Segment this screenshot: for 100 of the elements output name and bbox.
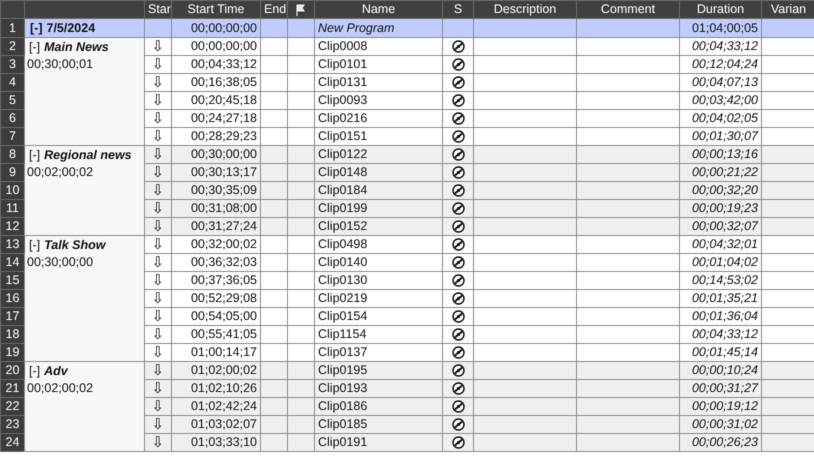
disc-icon <box>452 364 464 378</box>
table-cell: 00;04;33;12 <box>172 56 260 74</box>
table-cell: ⇩ <box>144 308 172 326</box>
table-cell: ⇩ <box>144 434 172 452</box>
table-cell: Clip1154 <box>314 326 442 344</box>
table-cell: ⇩ <box>144 110 172 128</box>
table-cell: 00;04;33;12 <box>680 326 762 344</box>
table-cell: 00;52;29;08 <box>172 290 260 308</box>
disc-icon <box>452 274 464 288</box>
column-header[interactable]: Duration <box>680 0 762 18</box>
table-cell: ⇩ <box>144 164 172 182</box>
row-number: 24 <box>0 434 24 452</box>
column-header[interactable]: Varian <box>762 0 814 18</box>
column-header[interactable]: Star <box>144 0 172 18</box>
table-cell: 00;04;32;01 <box>680 236 762 254</box>
collapse-toggle[interactable]: [-] <box>29 146 40 164</box>
collapse-toggle[interactable]: [-] <box>29 236 40 254</box>
disc-icon <box>452 346 464 360</box>
table-cell: Clip0498 <box>314 236 442 254</box>
disc-icon <box>452 58 464 72</box>
table-cell: Clip0185 <box>314 416 442 434</box>
table-cell: 00;31;08;00 <box>172 200 260 218</box>
table-cell: ⇩ <box>144 380 172 398</box>
column-header[interactable]: Start Time <box>172 0 260 18</box>
table-cell: 00;00;19;23 <box>680 200 762 218</box>
table-cell: 00;01;35;21 <box>680 290 762 308</box>
table-cell: 00;00;31;27 <box>680 380 762 398</box>
table-cell: Clip0199 <box>314 200 442 218</box>
table-cell: Clip0093 <box>314 92 442 110</box>
table-cell: ⇩ <box>144 272 172 290</box>
table-cell: New Program <box>314 18 442 38</box>
row-number: 17 <box>0 308 24 326</box>
table-cell: Clip0216 <box>314 110 442 128</box>
program-row[interactable]: 1 [-] 7/5/2024 00;00;00;00 New Program 01;04;00;05 <box>0 18 814 38</box>
column-header[interactable]: Name <box>314 0 442 18</box>
row-number: 4 <box>0 74 24 92</box>
table-cell: ⇩ <box>144 326 172 344</box>
table-cell: Clip0186 <box>314 398 442 416</box>
table-cell: 01;04;00;05 <box>680 18 762 38</box>
table-cell: Clip0130 <box>314 272 442 290</box>
column-header[interactable]: Description <box>474 0 576 18</box>
row-number: 6 <box>0 110 24 128</box>
table-cell: 00;30;13;17 <box>172 164 260 182</box>
table-cell: 00;54;05;00 <box>172 308 260 326</box>
table-cell: Clip0140 <box>314 254 442 272</box>
row-number: 15 <box>0 272 24 290</box>
disc-icon <box>452 328 464 342</box>
column-header[interactable]: S <box>442 0 474 18</box>
table-cell: 00;55;41;05 <box>172 326 260 344</box>
group-title: Talk Show <box>44 236 106 254</box>
table-cell: 00;00;21;22 <box>680 164 762 182</box>
table-cell: 01;02;10;26 <box>172 380 260 398</box>
row-number: 3 <box>0 56 24 74</box>
collapse-toggle[interactable]: [-] <box>29 38 40 56</box>
table-cell: 01;02;00;02 <box>172 362 260 380</box>
row-number: 2 <box>0 38 24 56</box>
table-cell: 00;00;10;24 <box>680 362 762 380</box>
disc-icon <box>452 256 464 270</box>
flag-icon <box>295 4 307 16</box>
disc-icon <box>452 220 464 234</box>
table-cell: Clip0195 <box>314 362 442 380</box>
table-cell: ⇩ <box>144 254 172 272</box>
table-cell: Clip0152 <box>314 218 442 236</box>
table-cell: 00;20;45;18 <box>172 92 260 110</box>
table-cell: 00;04;07;13 <box>680 74 762 92</box>
disc-icon <box>452 436 464 450</box>
row-number: 10 <box>0 182 24 200</box>
table-cell: 01;03;33;10 <box>172 434 260 452</box>
table-cell: 01;03;02;07 <box>172 416 260 434</box>
disc-icon <box>452 292 464 306</box>
disc-icon <box>452 76 464 90</box>
disc-icon <box>452 418 464 432</box>
table-cell: Clip0184 <box>314 182 442 200</box>
table-cell: 00;32;00;02 <box>172 236 260 254</box>
disc-icon <box>452 166 464 180</box>
table-cell: ⇩ <box>144 218 172 236</box>
row-number: 20 <box>0 362 24 380</box>
row-number: 9 <box>0 164 24 182</box>
column-header[interactable]: End <box>260 0 288 18</box>
table-cell: 00;01;04;02 <box>680 254 762 272</box>
disc-icon <box>452 238 464 252</box>
table-cell: 00;00;00;00 <box>172 38 260 56</box>
table-cell: Clip0219 <box>314 290 442 308</box>
row-number: 12 <box>0 218 24 236</box>
row-number: 14 <box>0 254 24 272</box>
column-header[interactable]: Comment <box>576 0 680 18</box>
row-number: 18 <box>0 326 24 344</box>
table-cell: ⇩ <box>144 362 172 380</box>
table-cell: ⇩ <box>144 92 172 110</box>
table-cell: ⇩ <box>144 416 172 434</box>
collapse-toggle[interactable]: [-] <box>30 20 42 36</box>
table-cell: 00;00;00;00 <box>172 18 260 38</box>
disc-icon <box>452 310 464 324</box>
table-cell: 00;00;32;07 <box>680 218 762 236</box>
table-cell: Clip0008 <box>314 38 442 56</box>
table-cell: 00;24;27;18 <box>172 110 260 128</box>
table-cell: 01;02;42;24 <box>172 398 260 416</box>
table-cell: 00;30;00;00 <box>172 146 260 164</box>
row-number: 7 <box>0 128 24 146</box>
collapse-toggle[interactable]: [-] <box>29 362 40 380</box>
